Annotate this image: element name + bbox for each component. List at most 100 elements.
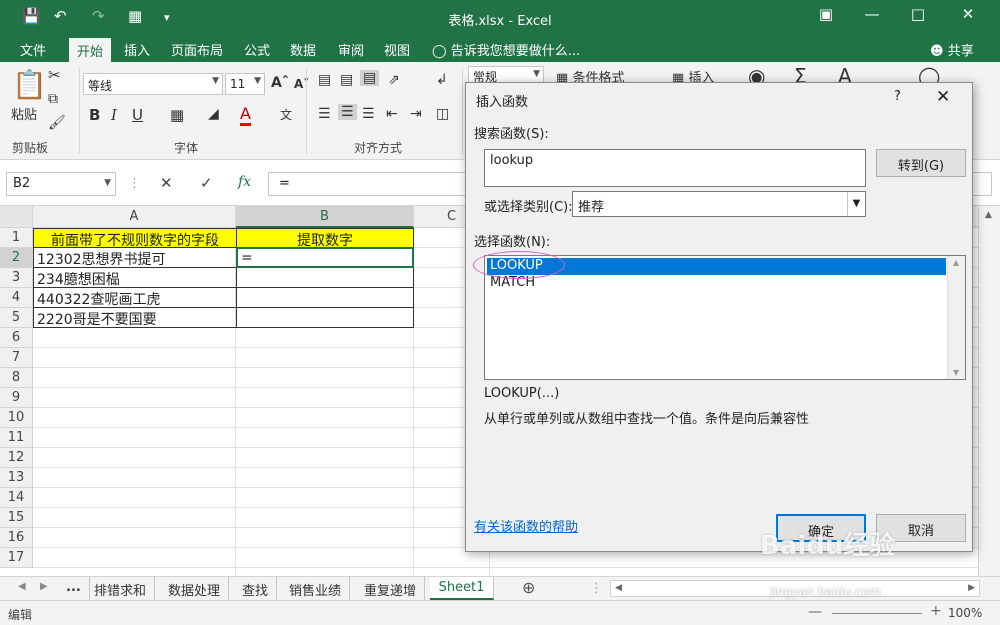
sheet-tab[interactable]: 查找 [234, 577, 278, 600]
decrease-indent-icon[interactable]: ⇤ [386, 106, 398, 122]
sheet-tab[interactable]: 销售业绩 [281, 577, 351, 600]
font-name-combo[interactable]: 等线 ▼ [83, 73, 223, 95]
cell-b1[interactable]: 提取数字 [236, 228, 414, 248]
sheet-tab[interactable]: 数据处理 [160, 577, 230, 600]
tab-insert[interactable]: 插入 [124, 40, 150, 59]
goto-button[interactable]: 转到(G) [876, 149, 966, 177]
select-all-corner[interactable] [0, 206, 33, 228]
row-header[interactable]: 12 [0, 448, 33, 468]
maximize-icon[interactable]: □ [898, 5, 938, 23]
list-scrollbar[interactable]: ▲ ▼ [947, 256, 965, 379]
resize-handle-icon[interactable]: ⋮ [128, 176, 141, 191]
row-header[interactable]: 17 [0, 548, 33, 568]
italic-icon[interactable]: I [111, 106, 117, 124]
column-header-b[interactable]: B [236, 206, 414, 228]
cell-a4[interactable]: 440322查呢画工虎 [33, 288, 237, 308]
align-center-icon[interactable]: ☰ [338, 104, 357, 120]
scroll-down-icon[interactable]: ▼ [953, 368, 959, 377]
cell-a1[interactable]: 前面带了不规则数字的字段 [33, 228, 237, 248]
search-function-input[interactable]: lookup [484, 149, 866, 187]
paste-label[interactable]: 粘贴 [11, 104, 37, 123]
row-header[interactable]: 16 [0, 528, 33, 548]
tab-page-layout[interactable]: 页面布局 [171, 40, 223, 59]
scroll-right-icon[interactable]: ▶ [968, 583, 975, 593]
align-bottom-icon[interactable]: ▤ [360, 70, 380, 86]
cell-a2[interactable]: 12302思想界书提可 [33, 248, 237, 268]
sheet-tab[interactable]: 排错求和 [86, 577, 156, 600]
minimize-icon[interactable]: — [852, 5, 892, 23]
row-header[interactable]: 1 [0, 228, 33, 248]
align-right-icon[interactable]: ☰ [362, 106, 375, 122]
font-size-combo[interactable]: 11 ▼ [225, 73, 265, 95]
cell-b2[interactable]: = [236, 247, 414, 268]
row-header[interactable]: 10 [0, 408, 33, 428]
tab-formulas[interactable]: 公式 [244, 40, 270, 59]
tab-home[interactable]: 开始 [69, 38, 112, 62]
row-header[interactable]: 5 [0, 308, 33, 328]
row-header[interactable]: 8 [0, 368, 33, 388]
format-painter-icon[interactable]: 🖌 [48, 115, 66, 131]
column-header-a[interactable]: A [33, 206, 236, 228]
name-box[interactable]: B2 ▼ [6, 172, 116, 196]
resize-handle-icon[interactable]: ⋮ [590, 581, 603, 596]
borders-icon[interactable]: ▦ [170, 106, 184, 124]
next-sheet-icon[interactable]: ▶ [40, 581, 48, 592]
row-header[interactable]: 9 [0, 388, 33, 408]
bold-icon[interactable]: B [89, 106, 100, 124]
row-header[interactable]: 3 [0, 268, 33, 288]
merge-center-icon[interactable]: ◫ [436, 106, 449, 122]
share-button[interactable]: ☻ 共享 [930, 40, 974, 59]
wrap-text-icon[interactable]: ↲ [436, 72, 448, 88]
function-list[interactable]: LOOKUP MATCH ▲ ▼ [484, 255, 966, 380]
orientation-icon[interactable]: ⇗ [388, 72, 400, 88]
increase-indent-icon[interactable]: ⇥ [410, 106, 422, 122]
cell-b3[interactable] [236, 268, 414, 288]
tab-view[interactable]: 视图 [384, 40, 410, 59]
function-item-match[interactable]: MATCH [487, 275, 946, 292]
cut-icon[interactable]: ✂ [48, 66, 61, 84]
help-icon[interactable]: ? [894, 89, 901, 104]
cell-a3[interactable]: 234臆想困榀 [33, 268, 237, 288]
zoom-in-icon[interactable]: + [930, 603, 942, 619]
grow-font-icon[interactable]: Aˆ [271, 75, 289, 91]
insert-function-icon[interactable]: fx [238, 174, 251, 190]
zoom-slider[interactable] [832, 613, 922, 614]
category-select[interactable]: 推荐 ▼ [572, 191, 866, 217]
fill-color-icon[interactable]: ◢ [208, 106, 219, 122]
scroll-up-icon[interactable]: ▲ [953, 258, 959, 267]
align-top-icon[interactable]: ▤ [318, 72, 331, 88]
phonetic-icon[interactable]: 文 [280, 106, 292, 123]
vertical-scrollbar[interactable]: ▲ [978, 206, 1000, 576]
zoom-out-icon[interactable]: — [808, 604, 822, 620]
font-color-icon[interactable]: A [240, 104, 251, 126]
cancel-entry-icon[interactable]: ✕ [160, 174, 173, 192]
shrink-font-icon[interactable]: Aˇ [294, 77, 309, 91]
row-header[interactable]: 2 [0, 248, 33, 268]
tab-data[interactable]: 数据 [290, 40, 316, 59]
tell-me-box[interactable]: ◯ 告诉我您想要做什么... [432, 40, 580, 59]
paste-icon[interactable]: 📋 [12, 68, 47, 101]
cell-a5[interactable]: 2220哥是不要国要 [33, 308, 237, 328]
row-header[interactable]: 7 [0, 348, 33, 368]
sheet-tab-active[interactable]: Sheet1 [430, 577, 494, 600]
row-header[interactable]: 13 [0, 468, 33, 488]
cell-b4[interactable] [236, 288, 414, 308]
scroll-left-icon[interactable]: ◀ [615, 583, 622, 593]
function-help-link[interactable]: 有关该函数的帮助 [474, 516, 578, 535]
row-header[interactable]: 6 [0, 328, 33, 348]
underline-icon[interactable]: U [132, 106, 143, 124]
prev-sheet-icon[interactable]: ◀ [18, 581, 26, 592]
confirm-entry-icon[interactable]: ✓ [200, 174, 213, 192]
add-sheet-icon[interactable]: ⊕ [522, 578, 535, 597]
row-header[interactable]: 11 [0, 428, 33, 448]
close-window-icon[interactable]: ✕ [948, 5, 988, 23]
close-icon[interactable]: ✕ [936, 87, 950, 107]
chevron-down-icon[interactable]: ▼ [847, 192, 865, 216]
scroll-up-icon[interactable]: ▲ [985, 210, 992, 220]
row-header[interactable]: 15 [0, 508, 33, 528]
cell-b5[interactable] [236, 308, 414, 328]
tab-file[interactable]: 文件 [20, 40, 46, 59]
align-left-icon[interactable]: ☰ [318, 106, 331, 122]
row-header[interactable]: 14 [0, 488, 33, 508]
ribbon-display-icon[interactable]: ▣ [806, 5, 846, 23]
